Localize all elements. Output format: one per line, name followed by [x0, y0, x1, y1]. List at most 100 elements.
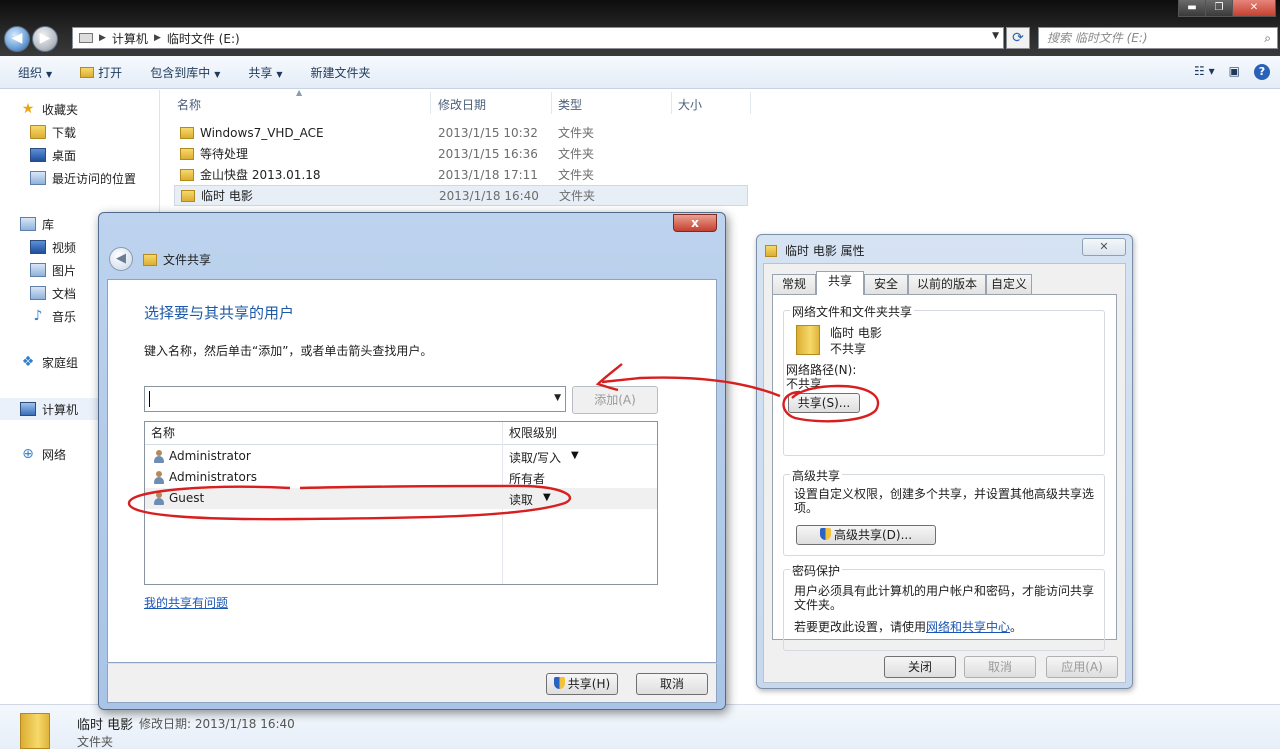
advanced-sharing-button[interactable]: 高级共享(D)... — [796, 525, 936, 545]
chevron-down-icon[interactable]: ▼ — [554, 393, 561, 403]
view-options-icon[interactable]: ☷ ▾ — [1194, 64, 1215, 80]
user-row-selected[interactable]: Guest 读取 ▼ — [145, 488, 657, 509]
share-button[interactable]: 共享(H) — [546, 673, 618, 695]
chevron-down-icon: ▼ — [46, 69, 53, 79]
tab-customize[interactable]: 自定义 — [986, 274, 1032, 294]
open-label: 打开 — [98, 65, 123, 80]
sidebar-item-videos[interactable]: 视频 — [30, 237, 76, 257]
forward-button[interactable]: ▶ — [32, 26, 58, 52]
sidebar-item-downloads[interactable]: 下载 — [30, 122, 76, 142]
user-icon — [153, 492, 165, 505]
open-button[interactable]: 打开 — [70, 64, 132, 81]
file-row[interactable]: 金山快盘 2013.01.18 2013/1/18 17:11 文件夹 — [174, 164, 748, 185]
file-row[interactable]: Windows7_VHD_ACE 2013/1/15 10:32 文件夹 — [174, 122, 748, 143]
sharing-help-link[interactable]: 我的共享有问题 — [144, 594, 228, 611]
dialog-title: 临时 电影 属性 — [765, 242, 865, 259]
file-date: 2013/1/18 16:40 — [439, 188, 539, 203]
include-library-button[interactable]: 包含到库中 ▼ — [140, 64, 230, 81]
preview-pane-icon[interactable]: ▣ — [1229, 64, 1240, 80]
back-button[interactable]: ◀ — [109, 247, 133, 271]
drive-icon — [79, 33, 93, 43]
column-divider[interactable] — [671, 92, 672, 114]
column-header-name[interactable]: 名称 — [177, 96, 201, 113]
shared-folder-name: 临时 电影 — [830, 326, 882, 340]
users-folder-icon — [143, 253, 157, 266]
tab-security[interactable]: 安全 — [864, 274, 908, 294]
column-divider[interactable] — [430, 92, 431, 114]
video-icon — [30, 240, 46, 254]
change-suffix: 。 — [1010, 620, 1023, 634]
group-label: 密码保护 — [790, 562, 843, 579]
folder-icon — [20, 713, 50, 749]
user-row[interactable]: Administrator 读取/写入 ▼ — [145, 446, 657, 467]
refresh-button[interactable]: ⟳ — [1006, 27, 1030, 49]
folder-icon — [765, 244, 777, 257]
breadcrumb-drive-e[interactable]: 临时文件 (E:) — [167, 30, 240, 47]
new-folder-button[interactable]: 新建文件夹 — [301, 64, 381, 81]
sidebar-item-music[interactable]: ♪ 音乐 — [30, 306, 76, 326]
column-divider[interactable] — [750, 92, 751, 114]
permission-dropdown-icon[interactable]: ▼ — [543, 492, 551, 503]
permission-dropdown-icon[interactable]: ▼ — [571, 450, 579, 461]
tab-sharing[interactable]: 共享 — [816, 271, 864, 295]
close-dialog-button[interactable]: 关闭 — [884, 656, 956, 678]
address-bar[interactable]: ▶ 计算机 ▶ 临时文件 (E:) ▼ — [72, 27, 1004, 49]
advanced-sharing-label: 高级共享(D)... — [833, 528, 913, 542]
organize-button[interactable]: 组织 ▼ — [8, 64, 62, 81]
user-name-combobox[interactable]: ▼ — [144, 386, 566, 412]
maximize-button[interactable]: ❐ — [1205, 0, 1233, 17]
apply-button[interactable]: 应用(A) — [1046, 656, 1118, 678]
back-button[interactable]: ◀ — [4, 26, 30, 52]
network-path-value: 不共享 — [786, 377, 823, 391]
sidebar-item-recent[interactable]: 最近访问的位置 — [30, 168, 136, 188]
header-divider — [145, 444, 657, 445]
column-header-type[interactable]: 类型 — [558, 96, 582, 113]
cancel-button[interactable]: 取消 — [636, 673, 708, 695]
help-icon[interactable]: ? — [1254, 64, 1270, 80]
sidebar-item-homegroup[interactable]: ❖ 家庭组 — [20, 352, 78, 372]
user-name: Administrators — [169, 470, 258, 484]
share-menu-button[interactable]: 共享 ▼ — [238, 64, 292, 81]
explorer-title-bar: ◀ ▶ ▶ 计算机 ▶ 临时文件 (E:) ▼ ⟳ 搜索 临时文件 (E:) ⌕… — [0, 0, 1280, 56]
chevron-down-icon: ▼ — [214, 69, 221, 79]
minimize-button[interactable]: ▬ — [1178, 0, 1206, 17]
close-button[interactable]: ✕ — [1232, 0, 1276, 17]
dialog-footer: 共享(H) 取消 — [107, 663, 717, 703]
file-date: 2013/1/18 17:11 — [438, 167, 538, 182]
share-button[interactable]: 共享(S)... — [788, 393, 860, 413]
uac-shield-icon — [819, 528, 831, 540]
sidebar-item-favorites[interactable]: ★ 收藏夹 — [20, 99, 78, 119]
share-label: 共享 — [248, 65, 273, 80]
network-sharing-center-link[interactable]: 网络和共享中心 — [926, 620, 1010, 634]
sidebar-item-pictures[interactable]: 图片 — [30, 260, 76, 280]
tab-general[interactable]: 常规 — [772, 274, 816, 294]
sidebar-label: 家庭组 — [42, 355, 79, 370]
column-header-size[interactable]: 大小 — [678, 96, 702, 113]
share-button-label: 共享(H) — [567, 677, 611, 691]
view-controls: ☷ ▾ ▣ ? — [1194, 64, 1270, 80]
cancel-button[interactable]: 取消 — [964, 656, 1036, 678]
sidebar-item-desktop[interactable]: 桌面 — [30, 145, 76, 165]
add-button[interactable]: 添加(A) — [572, 386, 658, 414]
column-header-date[interactable]: 修改日期 — [438, 96, 486, 113]
password-protection-group: 密码保护 用户必须具有此计算机的用户帐户和密码，才能访问共享 文件夹。 若要更改… — [783, 562, 1105, 651]
sidebar-item-computer[interactable]: 计算机 — [20, 399, 78, 419]
user-row[interactable]: Administrators 所有者 — [145, 467, 657, 488]
sidebar-item-libraries[interactable]: 库 — [20, 214, 54, 234]
close-button[interactable]: x — [673, 214, 717, 232]
details-modified: 修改日期: 2013/1/18 16:40 — [139, 717, 295, 731]
sidebar-item-network[interactable]: ⊕ 网络 — [20, 444, 66, 464]
sidebar-label: 计算机 — [42, 402, 79, 417]
sidebar-item-documents[interactable]: 文档 — [30, 283, 76, 303]
refresh-icon: ⟳ — [1012, 30, 1024, 46]
address-dropdown-icon[interactable]: ▼ — [992, 31, 999, 41]
search-input[interactable]: 搜索 临时文件 (E:) ⌕ — [1038, 27, 1278, 49]
breadcrumb-computer[interactable]: 计算机 — [112, 30, 148, 47]
file-row-selected[interactable]: 临时 电影 2013/1/18 16:40 文件夹 — [174, 185, 748, 206]
close-button[interactable]: ✕ — [1082, 238, 1126, 256]
breadcrumb-chevron-icon: ▶ — [99, 33, 106, 43]
tab-previous-versions[interactable]: 以前的版本 — [908, 274, 986, 294]
file-row[interactable]: 等待处理 2013/1/15 16:36 文件夹 — [174, 143, 748, 164]
column-divider[interactable] — [551, 92, 552, 114]
uac-shield-icon — [553, 677, 565, 689]
